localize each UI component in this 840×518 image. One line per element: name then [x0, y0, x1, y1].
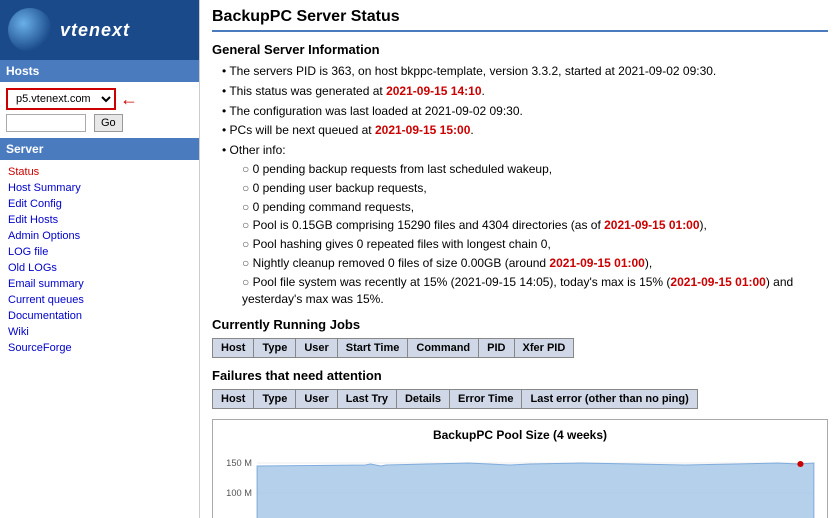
sourceforge-link[interactable]: SourceForge [0, 340, 199, 356]
failures-header: Failures that need attention [212, 368, 828, 383]
sub-info-list: 0 pending backup requests from last sche… [222, 161, 828, 307]
chart1-svg: 150 M 100 M 50 M 0 Week 34 Week 35 Week … [221, 448, 819, 518]
red-arrow-icon: ← [120, 89, 138, 110]
documentation-link[interactable]: Documentation [0, 308, 199, 324]
chart1-area: 150 M 100 M 50 M 0 Week 34 Week 35 Week … [221, 448, 819, 518]
col-command: Command [408, 339, 479, 358]
col-type: Type [254, 339, 296, 358]
col-host: Host [213, 339, 254, 358]
fail-col-user: User [296, 390, 337, 409]
server-section: Status Host Summary Edit Config Edit Hos… [0, 160, 199, 360]
sub-item-1: 0 pending backup requests from last sche… [242, 161, 828, 178]
sub-item-3: 0 pending command requests, [242, 199, 828, 216]
info-item-4: PCs will be next queued at 2021-09-15 15… [222, 122, 828, 139]
svg-text:100 M: 100 M [226, 488, 252, 498]
old-logs-link[interactable]: Old LOGs [0, 260, 199, 276]
fail-col-host: Host [213, 390, 254, 409]
log-file-link[interactable]: LOG file [0, 244, 199, 260]
current-queues-link[interactable]: Current queues [0, 292, 199, 308]
general-info-header: General Server Information [212, 42, 828, 57]
main-content: BackupPC Server Status General Server In… [200, 0, 840, 518]
edit-config-link[interactable]: Edit Config [0, 196, 199, 212]
chart1-container: BackupPC Pool Size (4 weeks) 150 M 100 M… [212, 419, 828, 518]
running-jobs-header: Currently Running Jobs [212, 317, 828, 332]
general-info-list: The servers PID is 363, on host bkppc-te… [212, 63, 828, 307]
wiki-link[interactable]: Wiki [0, 324, 199, 340]
col-xfer-pid: Xfer PID [514, 339, 574, 358]
running-jobs-table-container: Host Type User Start Time Command PID Xf… [212, 338, 828, 358]
go-button[interactable]: Go [94, 114, 123, 132]
sub-item-4: Pool is 0.15GB comprising 15290 files an… [242, 217, 828, 234]
host-area: p5.vtenext.com ← Go [0, 82, 199, 138]
sub-item-2: 0 pending user backup requests, [242, 180, 828, 197]
fail-col-details: Details [396, 390, 449, 409]
failures-table: Host Type User Last Try Details Error Ti… [212, 389, 698, 409]
hosts-header: Hosts [0, 60, 199, 82]
logo-area: vtenext [0, 0, 199, 60]
info-item-1: The servers PID is 363, on host bkppc-te… [222, 63, 828, 80]
sub-item-6: Nightly cleanup removed 0 files of size … [242, 255, 828, 272]
col-start-time: Start Time [337, 339, 408, 358]
running-jobs-table: Host Type User Start Time Command PID Xf… [212, 338, 574, 358]
svg-text:150 M: 150 M [226, 458, 252, 468]
fail-col-last-try: Last Try [337, 390, 396, 409]
admin-options-link[interactable]: Admin Options [0, 228, 199, 244]
host-search-input[interactable] [6, 114, 86, 132]
logo-icon [8, 8, 52, 52]
col-pid: PID [479, 339, 514, 358]
sub-item-5: Pool hashing gives 0 repeated files with… [242, 236, 828, 253]
server-header: Server [0, 138, 199, 160]
chart1-title: BackupPC Pool Size (4 weeks) [221, 428, 819, 442]
info-item-5: Other info: 0 pending backup requests fr… [222, 142, 828, 307]
failures-table-container: Host Type User Last Try Details Error Ti… [212, 389, 828, 409]
sub-item-7: Pool file system was recently at 15% (20… [242, 274, 828, 308]
fail-col-last-error: Last error (other than no ping) [522, 390, 697, 409]
page-title: BackupPC Server Status [212, 8, 828, 32]
info-item-2: This status was generated at 2021-09-15 … [222, 83, 828, 100]
host-summary-link[interactable]: Host Summary [0, 180, 199, 196]
host-select[interactable]: p5.vtenext.com [6, 88, 116, 110]
status-link[interactable]: Status [0, 164, 199, 180]
info-item-3: The configuration was last loaded at 202… [222, 103, 828, 120]
fail-col-type: Type [254, 390, 296, 409]
email-summary-link[interactable]: Email summary [0, 276, 199, 292]
edit-hosts-link[interactable]: Edit Hosts [0, 212, 199, 228]
fail-col-error-time: Error Time [450, 390, 522, 409]
col-user: User [296, 339, 337, 358]
logo-text: vtenext [60, 20, 130, 41]
